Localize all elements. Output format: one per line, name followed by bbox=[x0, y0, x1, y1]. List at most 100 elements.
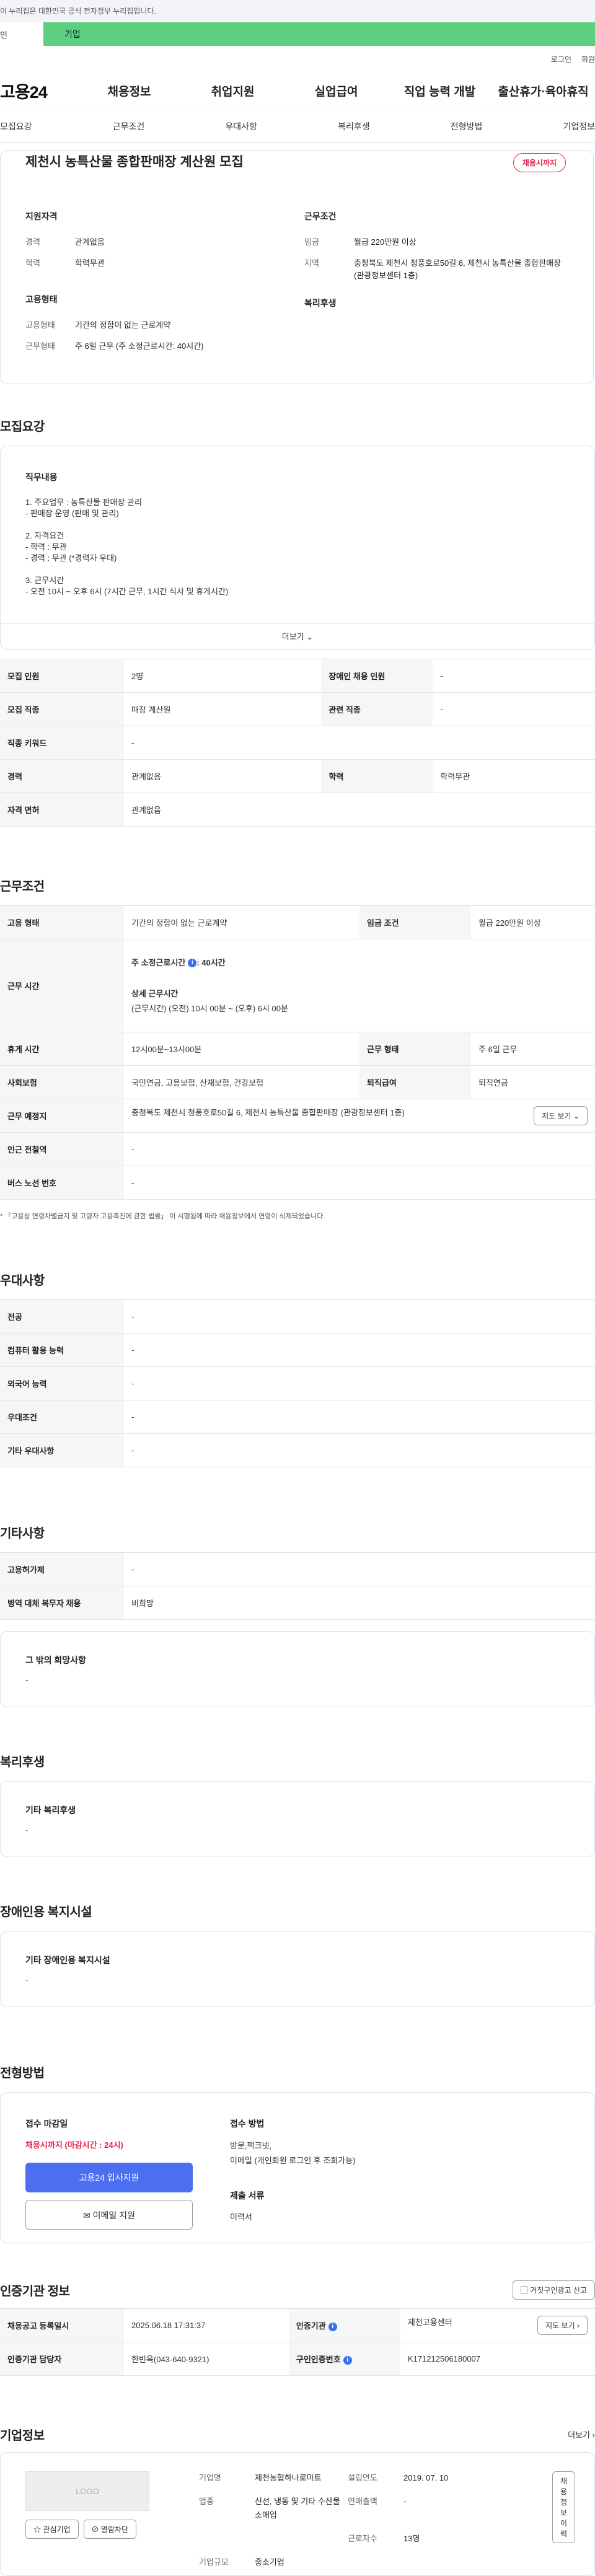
cell-value: 2명 bbox=[124, 659, 322, 693]
gnb-item-jobs[interactable]: 채용정보 bbox=[77, 82, 181, 99]
cond-key: 지역 bbox=[304, 258, 319, 268]
cell-value: - bbox=[124, 726, 595, 760]
info-icon[interactable]: i bbox=[188, 959, 197, 968]
cell-value: 국민연금, 고용보험, 산재보험, 건강보험 bbox=[124, 1065, 360, 1099]
cell-value: - bbox=[433, 692, 595, 726]
company-industry: 신선, 냉동 및 기타 수산물 소매업 bbox=[255, 2497, 340, 2520]
tab-welfare[interactable]: 복리후생 bbox=[338, 120, 370, 133]
report-ad-button[interactable]: ▢ 거짓구인광고 신고 bbox=[512, 2280, 595, 2300]
cell-value: 관계없음 bbox=[124, 759, 322, 793]
company-key: 기업명 bbox=[199, 2473, 221, 2482]
detail-hours-label: 상세 근무시간 bbox=[131, 988, 178, 998]
jd-heading: 직무내용 bbox=[25, 472, 58, 482]
pref-section-title: 우대사항 bbox=[0, 1274, 45, 1288]
work-section-title: 근무조건 bbox=[0, 880, 45, 894]
tab-work-conditions[interactable]: 근무조건 bbox=[113, 120, 145, 133]
tab-preferences[interactable]: 우대사항 bbox=[225, 120, 257, 133]
cell-value: 한빈옥(043-640-9321) bbox=[124, 2342, 289, 2376]
tab-process[interactable]: 전형방법 bbox=[451, 120, 483, 133]
map-button[interactable]: 지도 보기 ⌄ bbox=[534, 1106, 588, 1125]
cell-value: 제천고용센터 지도 보기 › bbox=[400, 2308, 595, 2342]
jd-text: 1. 주요업무 : 농특산물 판매장 관리 - 판매장 운영 (판매 및 관리)… bbox=[25, 498, 229, 596]
cell-key: 직종 키워드 bbox=[0, 726, 124, 760]
pref-table: 전공 - 컴퓨터 활용 능력 - 외국어 능력 - 우대조건 - 기타 우대사항 - bbox=[0, 1299, 595, 1467]
disabled-section-title: 장애인용 복지시설 bbox=[0, 1906, 92, 1919]
apply-button[interactable]: 고용24 입사지원 bbox=[25, 2163, 193, 2192]
deadline-heading: 접수 마감일 bbox=[25, 2119, 68, 2129]
cond-value: 충청북도 제천시 청풍호로50길 6, 제천시 농특산물 종합판매장 (관광정보… bbox=[354, 258, 562, 280]
document-icon: ▢ bbox=[520, 2286, 528, 2295]
more-button[interactable]: 더보기 ⌄ bbox=[1, 623, 594, 649]
cell-key: 관련 직종 bbox=[321, 692, 433, 726]
work-table: 고용 형태 기간의 정함이 없는 근로계약 임금 조건 월급 220만원 이상 근무 … bbox=[0, 905, 595, 1200]
gnb-item-employment-support[interactable]: 취업지원 bbox=[181, 82, 284, 99]
site-logo[interactable]: 고용24 bbox=[0, 79, 77, 103]
cell-value: 학력무관 bbox=[433, 759, 595, 793]
email-apply-button[interactable]: ✉ 이메일 지원 bbox=[25, 2200, 193, 2230]
utility-menu: 로그인 회원 bbox=[0, 46, 595, 72]
section-tabs: 모집요강 근무조건 우대사항 복리후생 전형방법 기업정보 bbox=[0, 110, 595, 143]
tab-recruit[interactable]: 모집요강 bbox=[0, 120, 32, 133]
info-icon[interactable]: i bbox=[343, 2355, 352, 2365]
cell-key: 모집 인원 bbox=[0, 659, 124, 693]
cell-key: 전공 bbox=[0, 1299, 124, 1334]
company-more-link[interactable]: 더보기 › bbox=[568, 2429, 595, 2440]
chevron-right-icon: › bbox=[577, 2321, 580, 2330]
company-card: LOGO ☆ 관심기업 ⊘ 열람차단 기업명 제천농협하나로마트 설립연도 2019… bbox=[0, 2452, 595, 2576]
cell-key: 근무 형태 bbox=[359, 1032, 472, 1066]
weekly-hours-label: 주 소정근로시간 bbox=[131, 957, 186, 967]
qual-heading: 지원자격 bbox=[25, 211, 58, 221]
cond-key: 임금 bbox=[304, 237, 319, 247]
qual-key: 경력 bbox=[25, 237, 40, 247]
cell-key: 병역 대체 복무자 채용 bbox=[0, 1586, 124, 1620]
cell-value: - bbox=[124, 1433, 595, 1467]
tab-company[interactable]: 기업정보 bbox=[563, 120, 595, 133]
table-row: 채용공고 등록일시 2025.06.18 17:31:37 인증기관 i 제천고용센터 지… bbox=[0, 2308, 595, 2342]
etc-wish-heading: 그 밖의 희망사항 bbox=[25, 1655, 86, 1665]
block-view-button[interactable]: ⊘ 열람차단 bbox=[83, 2520, 137, 2539]
signup-link[interactable]: 회원 bbox=[581, 54, 595, 64]
cell-value: - bbox=[124, 1166, 595, 1200]
cell-value: 비희망 bbox=[124, 1586, 595, 1620]
gnb-item-training[interactable]: 직업 능력 개발 bbox=[388, 82, 491, 99]
job-description-card: 직무내용 1. 주요업무 : 농특산물 판매장 관리 - 판매장 운영 (판매 … bbox=[0, 446, 595, 650]
cell-value: - bbox=[124, 1333, 595, 1367]
cert-table: 채용공고 등록일시 2025.06.18 17:31:37 인증기관 i 제천고용센터 지… bbox=[0, 2308, 595, 2376]
company-name: 제천농협하나로마트 bbox=[255, 2473, 322, 2482]
cell-value: - bbox=[124, 1552, 595, 1586]
table-row: 우대조건 - bbox=[0, 1400, 595, 1434]
table-row: 근무 시간 주 소정근로시간 i: 40시간 상세 근무시간 (근무시간) (오전… bbox=[0, 939, 595, 1032]
method-heading: 접수 방법 bbox=[230, 2119, 265, 2129]
cell-value: 기간의 정함이 없는 근로계약 bbox=[124, 905, 360, 939]
company-key: 연매출액 bbox=[348, 2497, 377, 2506]
recruit-table: 모집 인원 2명 장애인 채용 인원 - 모집 직종 매장 계산원 관련 직종 - 직종 키… bbox=[0, 659, 595, 827]
tag-label: 인 bbox=[0, 30, 7, 40]
emp-key: 고용형태 bbox=[25, 320, 55, 330]
emp-value: 주 6일 근무 (주 소정근로시간: 40시간) bbox=[75, 341, 204, 351]
deadline-value: 채용시까지 (마감시간 : 24시) bbox=[25, 2140, 123, 2150]
cell-value: - bbox=[124, 1299, 595, 1334]
chevron-right-icon: › bbox=[592, 2430, 595, 2440]
cell-key: 근무 예정지 bbox=[0, 1099, 124, 1133]
gnb-item-unemployment[interactable]: 실업급여 bbox=[284, 82, 388, 99]
gnb-item-parental-leave[interactable]: 출산휴가·육아휴직 bbox=[491, 82, 595, 99]
cell-key: 학력 bbox=[321, 759, 433, 793]
table-row: 근무 예정지 충청북도 제천시 청풍호로50길 6, 제천시 농특산물 종합판매장… bbox=[0, 1099, 595, 1133]
hiring-history-button[interactable]: 채용정보 이력 bbox=[552, 2471, 576, 2543]
cell-key: 고용 형태 bbox=[0, 905, 124, 939]
etc-wish-value: - bbox=[25, 1675, 29, 1684]
cell-key: 경력 bbox=[0, 759, 124, 793]
table-row: 컴퓨터 활용 능력 - bbox=[0, 1333, 595, 1367]
job-summary-card: 제천시 농특산물 종합판매장 계산원 모집 채용시까지 지원자격 경력 관계없음 … bbox=[0, 150, 594, 384]
job-title: 제천시 농특산물 종합판매장 계산원 모집 bbox=[25, 155, 244, 169]
cell-value: - bbox=[124, 1400, 595, 1434]
cell-value: 월급 220만원 이상 bbox=[471, 905, 595, 939]
gov-banner: 이 누리집은 대한민국 공식 전자정부 누리집입니다. bbox=[0, 0, 595, 22]
login-link[interactable]: 로그인 bbox=[551, 54, 571, 64]
favorite-company-button[interactable]: ☆ 관심기업 bbox=[25, 2520, 79, 2539]
recruit-section-title: 모집요강 bbox=[0, 420, 45, 434]
block-icon: ⊘ bbox=[91, 2525, 99, 2534]
cert-section-title: 인증기관 정보 bbox=[0, 2285, 70, 2298]
info-icon[interactable]: i bbox=[328, 2322, 337, 2331]
map-button[interactable]: 지도 보기 › bbox=[537, 2316, 588, 2335]
